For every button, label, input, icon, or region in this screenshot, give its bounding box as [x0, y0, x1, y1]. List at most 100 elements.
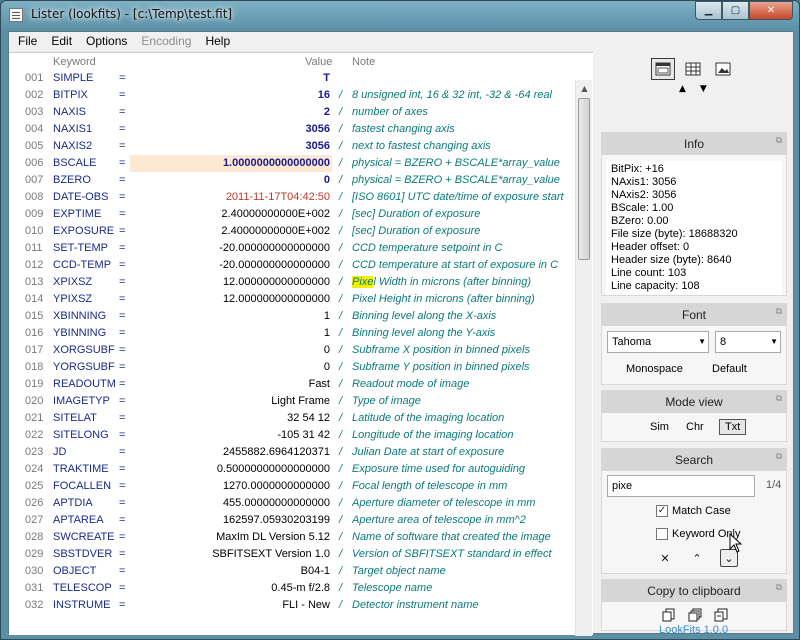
fits-header-list[interactable]: Keyword Value Note 001 SIMPLE = T 002 BITPIX =… [9, 52, 593, 636]
clear-search-icon[interactable]: ✕ [656, 549, 674, 567]
table-row[interactable]: 015 XBINNING = 1 / Binning level along the X-… [9, 308, 575, 325]
image-view-icon[interactable] [711, 58, 735, 80]
table-view-icon[interactable] [681, 58, 705, 80]
table-row[interactable]: 019 READOUTM = Fast / Readout mode of image [9, 376, 575, 393]
menu-file[interactable]: File [11, 32, 44, 52]
table-row[interactable]: 028 SWCREATE = MaxIm DL Version 5.12 / Name o… [9, 529, 575, 546]
font-size-select[interactable]: 8 ▼ [715, 331, 781, 353]
minimize-button[interactable]: ▁ [695, 1, 722, 20]
column-header-keyword[interactable]: Keyword [53, 53, 96, 71]
table-row[interactable]: 029 SBSTDVER = SBFITSEXT Version 1.0 / Versio… [9, 546, 575, 563]
table-row[interactable]: 009 EXPTIME = 2.40000000000E+002 / [sec] Dura… [9, 206, 575, 223]
table-row[interactable]: 003 NAXIS = 2 / number of axes [9, 104, 575, 121]
row-number: 021 [25, 412, 44, 424]
table-row[interactable]: 020 IMAGETYP = Light Frame / Type of image [9, 393, 575, 410]
table-row[interactable]: 005 NAXIS2 = 3056 / next to fastest changing … [9, 138, 575, 155]
find-previous-icon[interactable]: ⌃ [688, 549, 706, 567]
table-row[interactable]: 006 BSCALE = 1.0000000000000000 / physical = … [9, 155, 575, 172]
row-comment-slash: / [339, 361, 343, 373]
mode-txt-button[interactable]: Txt [719, 419, 747, 435]
row-value: Fast [308, 378, 330, 390]
row-number: 025 [25, 480, 44, 492]
table-row[interactable]: 032 INSTRUME = FLI - New / Detector instrumen… [9, 597, 575, 614]
column-header-note[interactable]: Note [352, 53, 375, 71]
table-row[interactable]: 013 XPIXSZ = 12.000000000000000 / Pixel Width… [9, 274, 575, 291]
scroll-up-arrow-icon[interactable]: ▲ [576, 80, 593, 97]
vertical-scrollbar[interactable]: ▲ [575, 80, 592, 636]
panel-pin-icon[interactable]: ⧉ [776, 449, 782, 463]
menu-bar: File Edit Options Encoding Help [9, 32, 793, 52]
panel-pin-icon[interactable]: ⧉ [776, 304, 782, 318]
row-value: 0 [323, 361, 330, 373]
maximize-button[interactable]: ▢ [722, 1, 749, 20]
close-button[interactable]: ✕ [749, 1, 793, 20]
text-view-icon[interactable] [651, 58, 675, 80]
mode-view-panel: Mode view ⧉ Sim Chr Txt [601, 390, 787, 442]
search-input[interactable]: pixe [607, 475, 755, 497]
table-row[interactable]: 014 YPIXSZ = 12.000000000000000 / Pixel Heigh… [9, 291, 575, 308]
row-note: Pixel Height in microns (after binning) [352, 293, 535, 305]
font-family-select[interactable]: Tahoma ▼ [607, 331, 709, 353]
version-link[interactable]: LookFits 1.0.0 [659, 624, 728, 636]
row-value: 2011-11-17T04:42:50 [225, 191, 330, 203]
table-row[interactable]: 022 SITELONG = -105 31 42 / Longitude of the … [9, 427, 575, 444]
default-font-button[interactable]: Default [712, 363, 747, 375]
panel-pin-icon[interactable]: ⧉ [776, 133, 782, 147]
menu-help[interactable]: Help [198, 32, 237, 52]
row-equals: = [119, 140, 126, 152]
scroll-thumb[interactable] [578, 98, 590, 260]
info-line: Line capacity: 108 [611, 280, 700, 292]
monospace-button[interactable]: Monospace [626, 363, 683, 375]
table-row[interactable]: 012 CCD-TEMP = -20.000000000000000 / CCD temp… [9, 257, 575, 274]
table-row[interactable]: 008 DATE-OBS = 2011-11-17T04:42:50 / [ISO 860… [9, 189, 575, 206]
menu-encoding[interactable]: Encoding [134, 32, 198, 52]
next-down-arrow-icon[interactable]: ▼ [700, 84, 721, 94]
row-comment-slash: / [339, 242, 343, 254]
table-row[interactable]: 007 BZERO = 0 / physical = BZERO + BSCALE*arr… [9, 172, 575, 189]
row-note: Exposure time used for autoguiding [352, 463, 526, 475]
table-row[interactable]: 017 XORGSUBF = 0 / Subframe X position in bin… [9, 342, 575, 359]
row-comment-slash: / [339, 480, 343, 492]
table-row[interactable]: 027 APTAREA = 162597.05930203199 / Aperture a… [9, 512, 575, 529]
table-row[interactable]: 030 OBJECT = B04-1 / Target object name [9, 563, 575, 580]
copy-icon[interactable] [662, 608, 676, 625]
row-number: 018 [25, 361, 44, 373]
menu-options[interactable]: Options [79, 32, 134, 52]
table-row[interactable]: 016 YBINNING = 1 / Binning level along the Y-… [9, 325, 575, 342]
row-number: 020 [25, 395, 44, 407]
table-row[interactable]: 002 BITPIX = 16 / 8 unsigned int, 16 & 32 int… [9, 87, 575, 104]
panel-pin-icon[interactable]: ⧉ [776, 391, 782, 405]
row-value: 12.000000000000000 [222, 276, 330, 288]
info-line: BScale: 1.00 [611, 202, 674, 214]
match-case-checkbox[interactable]: ✓ [656, 505, 668, 517]
row-comment-slash: / [339, 259, 343, 271]
copy-selection-icon[interactable] [714, 608, 728, 625]
row-note: Julian Date at start of exposure [352, 446, 505, 458]
table-row[interactable]: 011 SET-TEMP = -20.000000000000000 / CCD temp… [9, 240, 575, 257]
prev-up-arrow-icon[interactable]: ▲ [679, 84, 700, 94]
mode-chr-button[interactable]: Chr [681, 420, 709, 434]
match-case-option[interactable]: ✓ Match Case [656, 505, 731, 517]
title-bar[interactable]: Lister (lookfits) - [c:\Temp\test.fit] ▁… [1, 1, 799, 31]
copy-all-icon[interactable] [688, 608, 702, 625]
table-row[interactable]: 004 NAXIS1 = 3056 / fastest changing axis [9, 121, 575, 138]
keyword-only-option[interactable]: Keyword Only [656, 528, 740, 540]
table-row[interactable]: 024 TRAKTIME = 0.50000000000000000 / Exposure… [9, 461, 575, 478]
menu-edit[interactable]: Edit [44, 32, 79, 52]
mode-sim-button[interactable]: Sim [645, 420, 674, 434]
table-row[interactable]: 021 SITELAT = 32 54 12 / Latitude of the imag… [9, 410, 575, 427]
table-row[interactable]: 031 TELESCOP = 0.45-m f/2.8 / Telescope name [9, 580, 575, 597]
column-header-value[interactable]: Value [305, 53, 332, 71]
row-comment-slash: / [339, 514, 343, 526]
table-row[interactable]: 025 FOCALLEN = 1270.0000000000000 / Focal len… [9, 478, 575, 495]
table-row[interactable]: 018 YORGSUBF = 0 / Subframe Y position in bin… [9, 359, 575, 376]
keyword-only-checkbox[interactable] [656, 528, 668, 540]
panel-pin-icon[interactable]: ⧉ [776, 580, 782, 594]
table-row[interactable]: 026 APTDIA = 455.00000000000000 / Aperture di… [9, 495, 575, 512]
table-row[interactable]: 010 EXPOSURE = 2.40000000000E+002 / [sec] Dur… [9, 223, 575, 240]
info-line: BZero: 0.00 [611, 215, 669, 227]
search-actions: ✕ ⌃ ⌄ [656, 549, 738, 567]
table-row[interactable]: 001 SIMPLE = T [9, 70, 575, 87]
row-comment-slash: / [339, 548, 343, 560]
table-row[interactable]: 023 JD = 2455882.6964120371 / Julian Date at … [9, 444, 575, 461]
